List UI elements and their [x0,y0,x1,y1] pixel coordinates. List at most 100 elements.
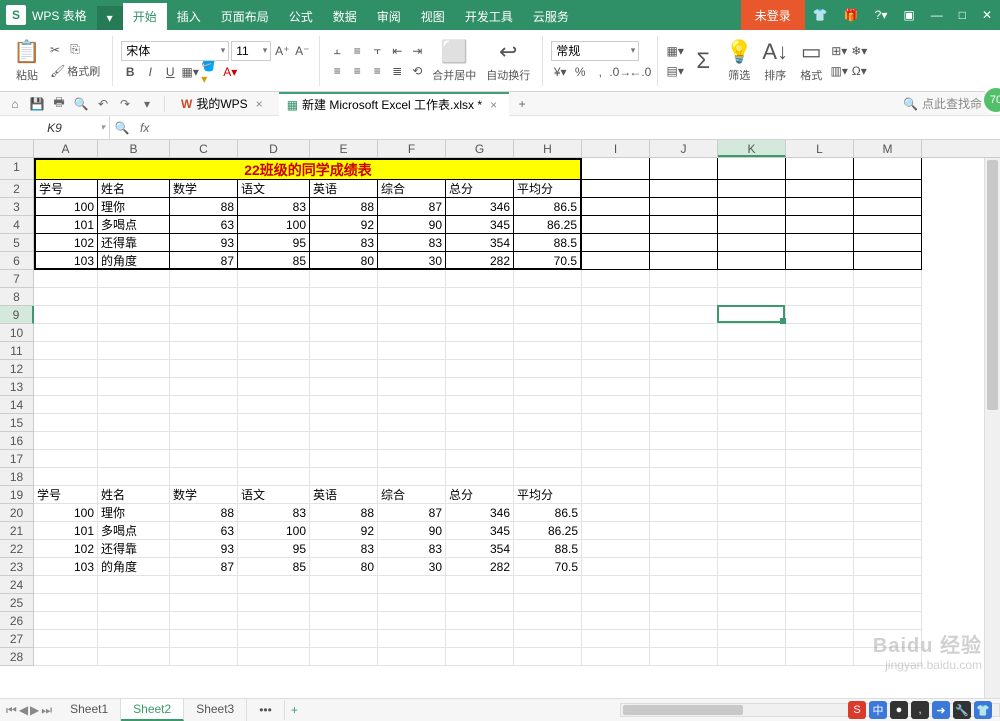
cell[interactable] [310,630,378,648]
cell[interactable] [786,180,854,198]
format-button[interactable]: ▭ 格式 [794,37,828,85]
help-icon[interactable]: ?▾ [867,0,896,30]
cell[interactable] [650,306,718,324]
cell[interactable] [378,576,446,594]
cell[interactable] [650,180,718,198]
cell[interactable] [378,612,446,630]
cell[interactable] [170,396,238,414]
cell[interactable] [98,396,170,414]
cell[interactable] [446,630,514,648]
font-name-select[interactable]: 宋体 [121,41,229,61]
cell[interactable]: 83 [238,504,310,522]
cell[interactable]: 354 [446,540,514,558]
cell[interactable] [34,648,98,666]
qat-undo-icon[interactable]: ↶ [94,95,112,113]
cell[interactable] [786,468,854,486]
cell[interactable] [170,414,238,432]
cell[interactable] [786,324,854,342]
cell[interactable] [582,504,650,522]
col-header-G[interactable]: G [446,140,514,157]
cell[interactable] [718,216,786,234]
cell[interactable] [238,432,310,450]
ribbon-toggle-icon[interactable]: ▣ [895,0,922,30]
cell[interactable]: 83 [310,234,378,252]
currency-icon[interactable]: ¥▾ [551,63,569,81]
cell[interactable]: 总分 [446,486,514,504]
cell[interactable]: 86.25 [514,216,582,234]
cell[interactable] [650,252,718,270]
cell[interactable] [514,576,582,594]
cell[interactable] [446,342,514,360]
cell[interactable] [854,288,922,306]
align-bot-icon[interactable]: ⫟ [368,42,386,60]
cell[interactable] [34,432,98,450]
cell[interactable] [718,468,786,486]
cell[interactable] [378,432,446,450]
cell[interactable] [98,468,170,486]
cell[interactable] [582,158,650,180]
cell[interactable] [650,504,718,522]
cell[interactable] [98,630,170,648]
cell[interactable]: 83 [378,540,446,558]
ime-comma-icon[interactable]: , [911,701,929,719]
cell[interactable] [378,468,446,486]
worksheet-icon[interactable]: ▥▾ [830,62,848,80]
row-header[interactable]: 13 [0,378,34,396]
cell[interactable]: 还得靠 [98,234,170,252]
command-search[interactable]: 🔍 点此查找命令 [903,95,994,112]
cell[interactable] [170,288,238,306]
cell[interactable] [650,612,718,630]
cell[interactable] [854,234,922,252]
cell[interactable] [854,306,922,324]
cell[interactable] [854,504,922,522]
cell[interactable]: 100 [238,522,310,540]
cell[interactable]: 姓名 [98,180,170,198]
border-button[interactable]: ▦▾ [181,63,199,81]
cell[interactable] [650,648,718,666]
cell[interactable]: 103 [34,558,98,576]
col-header-I[interactable]: I [582,140,650,157]
col-header-L[interactable]: L [786,140,854,157]
row-header[interactable]: 21 [0,522,34,540]
cell[interactable] [786,342,854,360]
cut-button[interactable]: ✂ [46,41,64,59]
ime-dot-icon[interactable]: ● [890,701,908,719]
tab-start[interactable]: 开始 [123,3,167,30]
cell[interactable] [786,306,854,324]
name-box[interactable]: K9 [0,116,110,140]
sheet-tab-Sheet3[interactable]: Sheet3 [184,699,247,721]
cell[interactable] [854,540,922,558]
cell[interactable]: 30 [378,558,446,576]
cell[interactable] [514,594,582,612]
cell[interactable]: 346 [446,198,514,216]
col-header-D[interactable]: D [238,140,310,157]
cell[interactable] [650,198,718,216]
cell[interactable] [34,612,98,630]
cell[interactable]: 平均分 [514,180,582,198]
cell[interactable] [378,306,446,324]
cell[interactable] [446,648,514,666]
cell[interactable]: 87 [378,198,446,216]
cell[interactable] [854,360,922,378]
cell[interactable]: 语文 [238,486,310,504]
sheet-first-icon[interactable]: ⏮ [6,703,17,718]
cell[interactable]: 103 [34,252,98,270]
ime-tool-icon[interactable]: 🔧 [953,701,971,719]
row-header[interactable]: 17 [0,450,34,468]
row-header[interactable]: 11 [0,342,34,360]
symbol-icon[interactable]: Ω▾ [850,62,868,80]
cell[interactable] [310,306,378,324]
cell[interactable] [650,342,718,360]
cell[interactable] [310,342,378,360]
cell[interactable] [786,540,854,558]
cell[interactable] [446,594,514,612]
cell[interactable] [650,450,718,468]
cell[interactable]: 综合 [378,486,446,504]
cell[interactable]: 理你 [98,198,170,216]
font-size-select[interactable]: 11 [231,41,271,61]
cell[interactable] [34,630,98,648]
cell[interactable] [514,324,582,342]
underline-button[interactable]: U [161,63,179,81]
format-painter-button[interactable]: 🖌 格式刷 [46,61,104,81]
cell[interactable]: 282 [446,252,514,270]
